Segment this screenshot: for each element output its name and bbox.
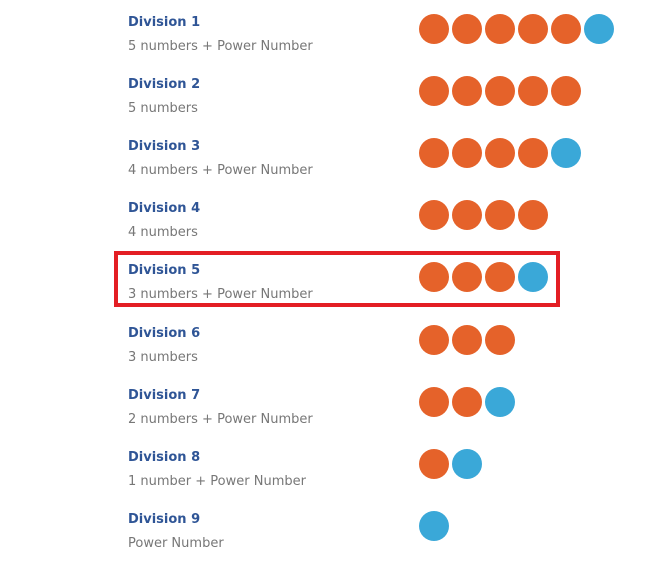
division-name: Division 1 [128, 15, 201, 30]
power-ball-icon [551, 138, 581, 168]
division-row: Division 9 Power Number [0, 497, 653, 559]
number-ball-icon [518, 138, 548, 168]
number-ball-icon [485, 138, 515, 168]
ball-group [419, 262, 548, 292]
number-ball-icon [419, 325, 449, 355]
ball-group [419, 200, 548, 230]
ball-group [419, 138, 581, 168]
ball-group [419, 387, 515, 417]
division-row: Division 8 1 number + Power Number [0, 435, 653, 497]
division-description: 4 numbers [128, 225, 198, 240]
number-ball-icon [485, 200, 515, 230]
ball-group [419, 325, 515, 355]
number-ball-icon [452, 387, 482, 417]
division-list: Division 1 5 numbers + Power Number Divi… [0, 0, 653, 568]
number-ball-icon [485, 325, 515, 355]
division-row: Division 2 5 numbers [0, 62, 653, 124]
number-ball-icon [485, 262, 515, 292]
division-description: 2 numbers + Power Number [128, 412, 313, 427]
number-ball-icon [452, 262, 482, 292]
number-ball-icon [485, 76, 515, 106]
number-ball-icon [452, 200, 482, 230]
number-ball-icon [452, 14, 482, 44]
division-row: Division 6 3 numbers [0, 311, 653, 373]
division-description: 3 numbers + Power Number [128, 287, 313, 302]
power-ball-icon [485, 387, 515, 417]
division-name: Division 2 [128, 77, 201, 92]
division-description: 5 numbers [128, 101, 198, 116]
power-ball-icon [518, 262, 548, 292]
power-ball-icon [452, 449, 482, 479]
division-description: 5 numbers + Power Number [128, 39, 313, 54]
ball-group [419, 76, 581, 106]
division-row: Division 1 5 numbers + Power Number [0, 0, 653, 62]
number-ball-icon [518, 14, 548, 44]
number-ball-icon [419, 76, 449, 106]
ball-group [419, 511, 449, 541]
number-ball-icon [419, 14, 449, 44]
division-name: Division 6 [128, 326, 201, 341]
ball-group [419, 449, 482, 479]
number-ball-icon [452, 325, 482, 355]
number-ball-icon [551, 76, 581, 106]
division-description: 3 numbers [128, 350, 198, 365]
number-ball-icon [419, 200, 449, 230]
division-name: Division 4 [128, 201, 201, 216]
division-name: Division 7 [128, 388, 201, 403]
number-ball-icon [452, 138, 482, 168]
number-ball-icon [518, 76, 548, 106]
division-description: 4 numbers + Power Number [128, 163, 313, 178]
number-ball-icon [419, 449, 449, 479]
division-row: Division 4 4 numbers [0, 186, 653, 248]
division-row: Division 7 2 numbers + Power Number [0, 373, 653, 435]
power-ball-icon [419, 511, 449, 541]
division-name: Division 5 [128, 263, 201, 278]
division-description: Power Number [128, 536, 224, 551]
number-ball-icon [452, 76, 482, 106]
division-name: Division 3 [128, 139, 201, 154]
division-row: Division 3 4 numbers + Power Number [0, 124, 653, 186]
division-row-highlighted: Division 5 3 numbers + Power Number [0, 248, 653, 310]
number-ball-icon [419, 387, 449, 417]
power-ball-icon [584, 14, 614, 44]
division-name: Division 8 [128, 450, 201, 465]
division-name: Division 9 [128, 512, 201, 527]
number-ball-icon [485, 14, 515, 44]
number-ball-icon [419, 262, 449, 292]
ball-group [419, 14, 614, 44]
number-ball-icon [518, 200, 548, 230]
number-ball-icon [551, 14, 581, 44]
number-ball-icon [419, 138, 449, 168]
division-description: 1 number + Power Number [128, 474, 306, 489]
